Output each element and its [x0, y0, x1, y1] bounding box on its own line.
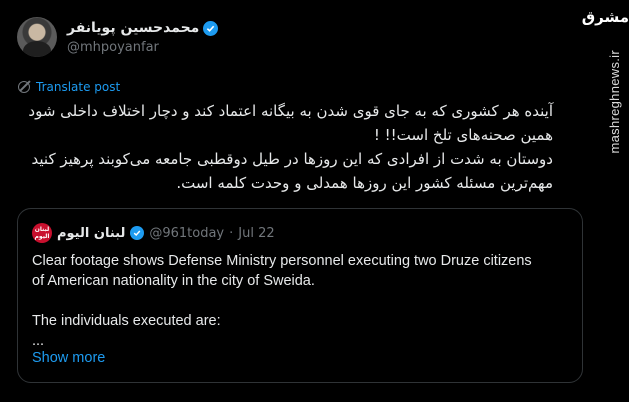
show-more-link[interactable]: Show more: [32, 350, 105, 366]
quoted-tweet-header: لبنان اليوم لبنان اليوم @961today · Jul …: [32, 223, 275, 243]
tweet: محمدحسین پویانفر @mhpoyanfar Translate p…: [0, 0, 595, 402]
quoted-author-avatar[interactable]: لبنان اليوم: [32, 223, 52, 243]
verified-badge-icon: [203, 20, 219, 36]
quoted-tweet-body: Clear footage shows Defense Ministry per…: [32, 251, 572, 351]
quoted-author-name[interactable]: لبنان اليوم: [57, 226, 125, 241]
quoted-tweet[interactable]: لبنان اليوم لبنان اليوم @961today · Jul …: [17, 208, 583, 383]
quoted-body-line: of American nationality in the city of S…: [32, 273, 315, 289]
tweet-header: محمدحسین پویانفر @mhpoyanfar: [17, 14, 437, 62]
watermark-site: mashreghnews.ir: [607, 50, 622, 154]
translate-label[interactable]: Translate post: [36, 80, 120, 94]
quoted-body-line: Clear footage shows Defense Ministry per…: [32, 253, 532, 269]
tweet-body-line: همین صحنه‌های تلخ است!! !: [373, 126, 553, 144]
quoted-body-line: [32, 291, 572, 311]
quoted-avatar-logo-text: لبنان اليوم: [34, 226, 50, 240]
tweet-body-line: دوستان به شدت از افرادی که این روزها در …: [31, 150, 553, 168]
quoted-body-line: ...: [32, 333, 45, 349]
author-name-row: محمدحسین پویانفر: [67, 20, 219, 36]
quoted-body-line: The individuals executed are:: [32, 313, 221, 329]
tweet-body: آینده هر کشوری که به جای قوی شدن به بیگا…: [0, 99, 553, 195]
quoted-author-handle[interactable]: @961today: [149, 226, 224, 241]
translate-icon: [18, 81, 30, 93]
mashregh-logo: مشرق: [581, 8, 629, 26]
author-handle[interactable]: @mhpoyanfar: [67, 40, 159, 55]
quoted-date[interactable]: Jul 22: [238, 226, 274, 241]
author-avatar[interactable]: [17, 17, 57, 57]
author-name[interactable]: محمدحسین پویانفر: [67, 20, 199, 36]
translate-post-link[interactable]: Translate post: [18, 80, 120, 94]
quoted-verified-badge-icon: [130, 226, 145, 240]
quoted-separator: ·: [229, 225, 234, 241]
watermark-strip: مشرق mashreghnews.ir: [581, 0, 629, 402]
tweet-body-line: آینده هر کشوری که به جای قوی شدن به بیگا…: [28, 102, 553, 120]
tweet-body-line: مهم‌ترین مسئله کشور این روزها همدلی و وح…: [176, 174, 553, 192]
